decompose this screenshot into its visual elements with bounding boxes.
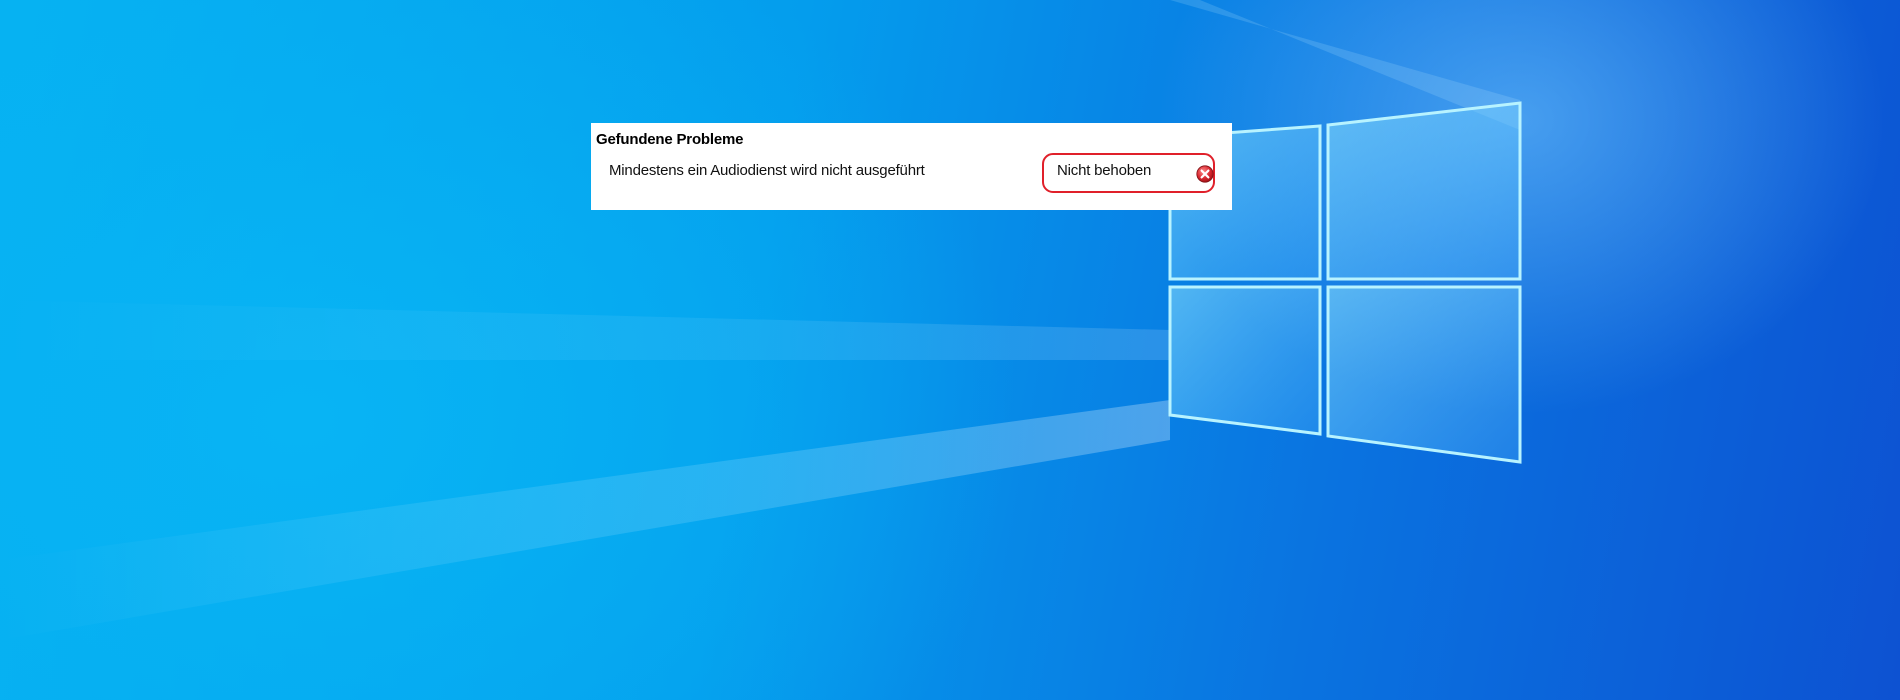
- desktop-wallpaper: [0, 0, 1900, 700]
- logo-pane-bottom-left: [1168, 285, 1322, 436]
- logo-pane-top-right: [1326, 101, 1522, 281]
- logo-pane-bottom-right: [1326, 285, 1522, 464]
- troubleshooter-results-panel: Gefundene Probleme Mindestens ein Audiod…: [591, 123, 1232, 210]
- problem-status-label: Nicht behoben: [1057, 162, 1152, 179]
- windows-logo-wallpaper: [0, 0, 1522, 640]
- light-beam-middle: [0, 300, 1170, 360]
- problem-row[interactable]: Mindestens ein Audiodienst wird nicht au…: [591, 153, 1232, 197]
- problem-description: Mindestens ein Audiodienst wird nicht au…: [609, 162, 925, 179]
- light-beam-lower: [0, 400, 1170, 640]
- error-x-icon: [1196, 165, 1214, 183]
- found-problems-heading: Gefundene Probleme: [596, 131, 744, 148]
